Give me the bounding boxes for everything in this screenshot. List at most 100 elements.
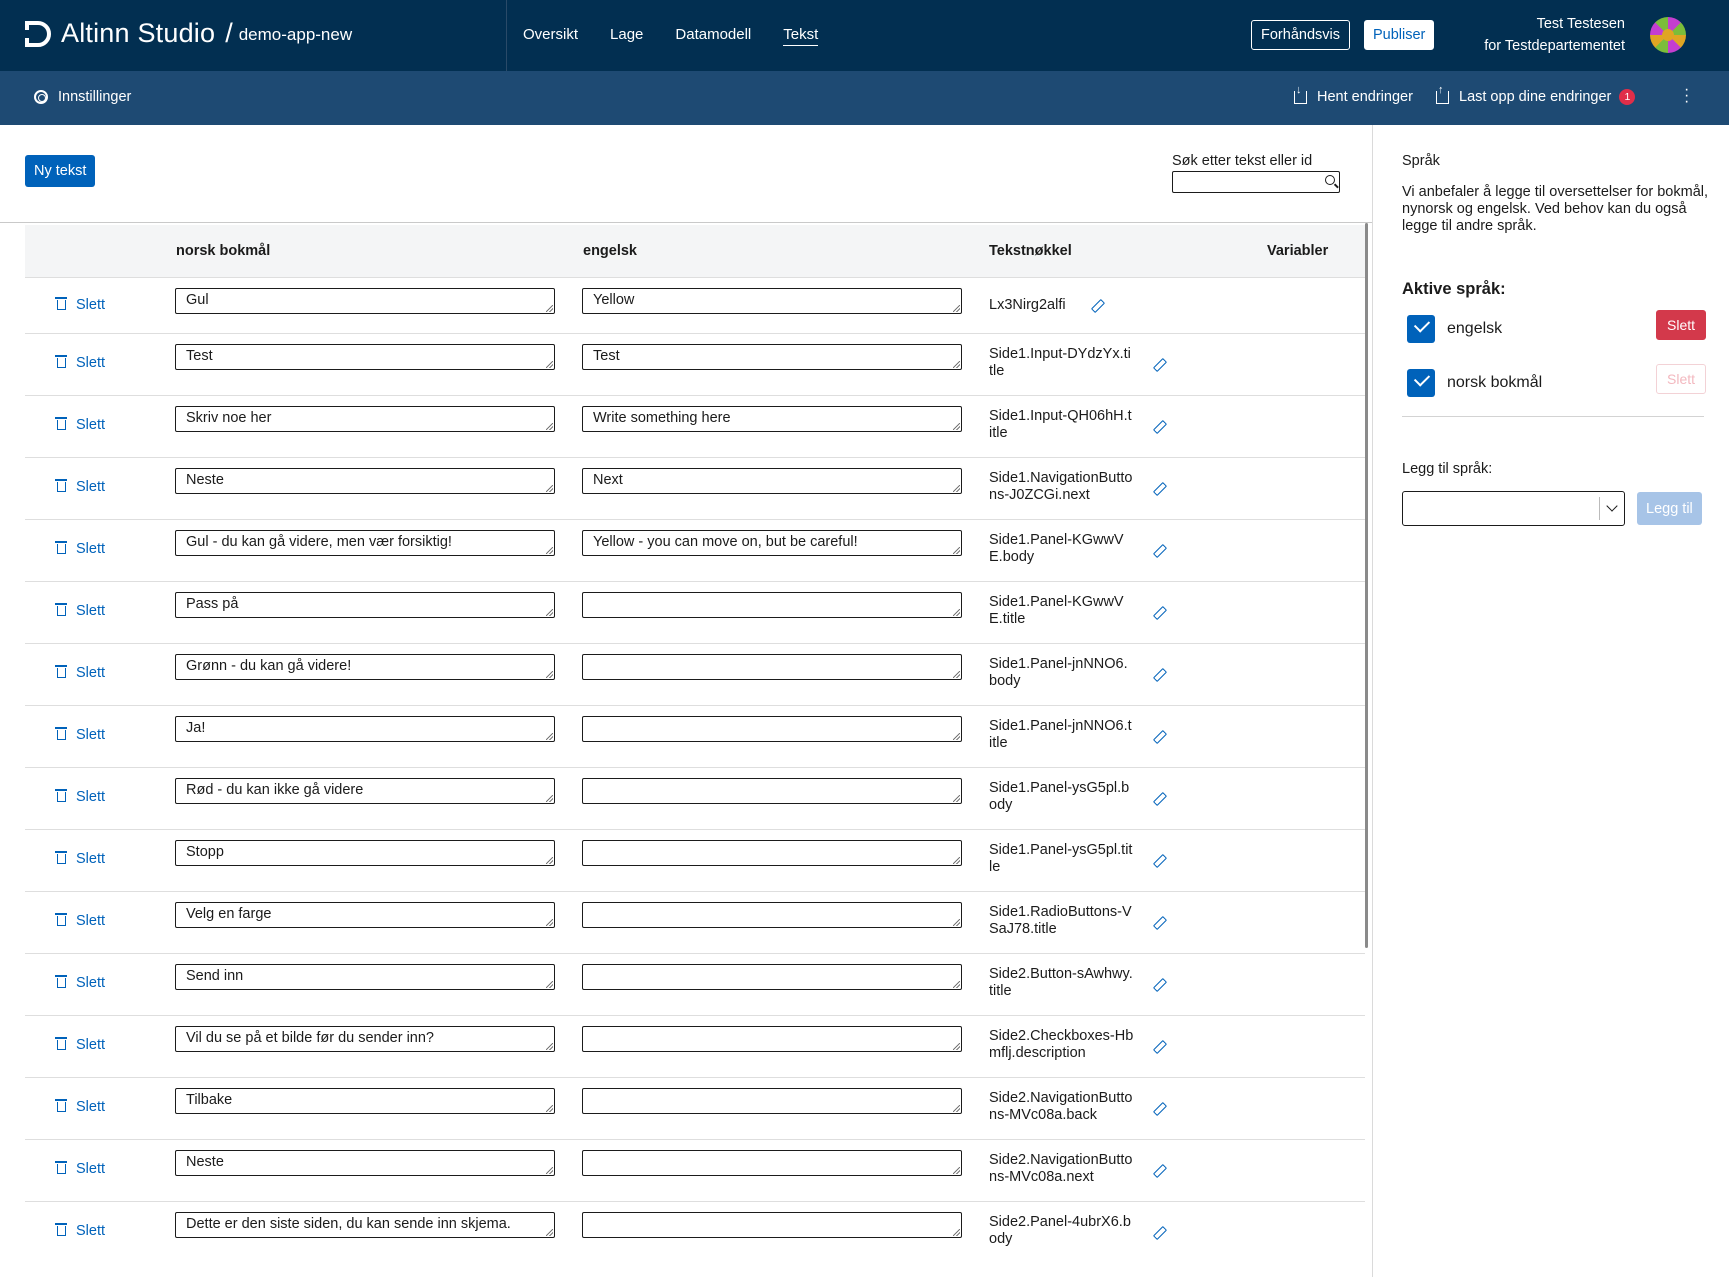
en-text-field[interactable]: Test: [582, 344, 962, 370]
upload-changes-button[interactable]: Last opp dine endringer 1: [1436, 84, 1636, 105]
edit-key-icon[interactable]: [1153, 420, 1165, 432]
delete-row-button[interactable]: Slett: [55, 1223, 105, 1239]
search-input[interactable]: [1172, 171, 1340, 193]
edit-key-icon[interactable]: [1153, 1040, 1165, 1052]
nb-text-field[interactable]: Gul - du kan gå videre, men vær forsikti…: [175, 530, 555, 556]
nb-text-field[interactable]: Velg en farge: [175, 902, 555, 928]
table-body: Slett Gul Yellow Lx3Nirg2alfi Slett Test Test S…: [25, 277, 1365, 1263]
language-name: norsk bokmål: [1447, 374, 1543, 391]
en-text-field[interactable]: [582, 1026, 962, 1052]
en-text-field[interactable]: [582, 716, 962, 742]
nb-text-field[interactable]: Grønn - du kan gå videre!: [175, 654, 555, 680]
nav-datamodell[interactable]: Datamodell: [675, 26, 751, 45]
edit-key-icon[interactable]: [1153, 668, 1165, 680]
nb-text-field[interactable]: Pass på: [175, 592, 555, 618]
changes-count-badge: 1: [1619, 89, 1636, 105]
edit-key-icon[interactable]: [1153, 916, 1165, 928]
en-text-field[interactable]: Yellow: [582, 288, 962, 314]
delete-row-button[interactable]: Slett: [55, 355, 105, 371]
edit-key-icon[interactable]: [1153, 482, 1165, 494]
language-name: engelsk: [1447, 320, 1503, 337]
edit-key-icon[interactable]: [1091, 299, 1103, 311]
delete-row-button[interactable]: Slett: [55, 975, 105, 991]
edit-key-icon[interactable]: [1153, 358, 1165, 370]
fetch-changes-label: Hent endringer: [1317, 89, 1413, 105]
delete-row-button[interactable]: Slett: [55, 665, 105, 681]
delete-row-button[interactable]: Slett: [55, 541, 105, 557]
en-text-field[interactable]: [582, 1212, 962, 1238]
delete-row-button[interactable]: Slett: [55, 1161, 105, 1177]
delete-language-engelsk-button[interactable]: Slett: [1656, 310, 1707, 340]
new-text-button[interactable]: Ny tekst: [25, 155, 96, 187]
en-text-field[interactable]: [582, 964, 962, 990]
text-key: Side1.NavigationButtons-J0ZCGi.next: [989, 470, 1133, 503]
language-select[interactable]: [1402, 491, 1625, 526]
en-text-field[interactable]: [582, 1088, 962, 1114]
nb-text-field[interactable]: Stopp: [175, 840, 555, 866]
en-text-field[interactable]: Write something here: [582, 406, 962, 432]
sidebar-description: Vi anbefaler å legge til oversettelser f…: [1402, 184, 1709, 234]
text-key: Side1.Input-QH06hH.title: [989, 408, 1132, 441]
delete-row-button[interactable]: Slett: [55, 479, 105, 495]
nb-text-field[interactable]: Tilbake: [175, 1088, 555, 1114]
nav-lage[interactable]: Lage: [610, 26, 643, 45]
nb-text-field[interactable]: Send inn: [175, 964, 555, 990]
nav-tekst[interactable]: Tekst: [783, 26, 819, 46]
delete-row-button[interactable]: Slett: [55, 727, 105, 743]
edit-key-icon[interactable]: [1153, 1102, 1165, 1114]
edit-key-icon[interactable]: [1153, 730, 1165, 742]
en-text-field[interactable]: [582, 902, 962, 928]
table-row: Slett Velg en farge Side1.RadioButtons-VSa…: [25, 891, 1365, 953]
delete-row-button[interactable]: Slett: [55, 851, 105, 867]
nb-text-field[interactable]: Gul: [175, 288, 555, 314]
edit-key-icon[interactable]: [1153, 854, 1165, 866]
delete-row-button[interactable]: Slett: [55, 789, 105, 805]
nav-oversikt[interactable]: Oversikt: [523, 26, 578, 45]
table-row: Slett Gul Yellow Lx3Nirg2alfi: [25, 277, 1365, 333]
language-checkbox[interactable]: [1407, 369, 1435, 397]
publish-button[interactable]: Publiser: [1364, 20, 1435, 50]
nb-text-field[interactable]: Neste: [175, 1150, 555, 1176]
add-language-title: Legg til språk:: [1402, 461, 1493, 477]
settings-button[interactable]: Innstillinger: [34, 89, 131, 105]
avatar[interactable]: [1650, 17, 1686, 53]
nb-text-field[interactable]: Neste: [175, 468, 555, 494]
language-checkbox[interactable]: [1407, 315, 1435, 343]
nb-text-field[interactable]: Rød - du kan ikke gå videre: [175, 778, 555, 804]
en-text-field[interactable]: [582, 654, 962, 680]
nb-text-field[interactable]: Ja!: [175, 716, 555, 742]
en-text-field[interactable]: [582, 840, 962, 866]
delete-row-button[interactable]: Slett: [55, 603, 105, 619]
en-text-field[interactable]: [582, 1150, 962, 1176]
nb-text-field[interactable]: Test: [175, 344, 555, 370]
edit-key-icon[interactable]: [1153, 1164, 1165, 1176]
trash-icon: [55, 1223, 67, 1236]
en-text-field[interactable]: [582, 592, 962, 618]
en-text-field[interactable]: Yellow - you can move on, but be careful…: [582, 530, 962, 556]
preview-button[interactable]: Forhåndsvis: [1251, 20, 1350, 50]
edit-key-icon[interactable]: [1153, 544, 1165, 556]
table-scrollbar[interactable]: [1365, 223, 1368, 948]
trash-icon: [55, 727, 67, 740]
en-text-field[interactable]: Next: [582, 468, 962, 494]
texts-table: norsk bokmål engelsk Tekstnøkkel Variabl…: [25, 225, 1365, 1263]
delete-row-button[interactable]: Slett: [55, 417, 105, 433]
column-header-en: engelsk: [583, 243, 637, 259]
delete-row-button[interactable]: Slett: [55, 1037, 105, 1053]
delete-row-button[interactable]: Slett: [55, 297, 105, 313]
delete-row-button[interactable]: Slett: [55, 1099, 105, 1115]
edit-key-icon[interactable]: [1153, 606, 1165, 618]
edit-key-icon[interactable]: [1153, 1226, 1165, 1238]
altinn-logo[interactable]: Altinn Studio / demo-app-new: [25, 18, 352, 49]
nb-text-field[interactable]: Vil du se på et bilde før du sender inn?: [175, 1026, 555, 1052]
en-text-field[interactable]: [582, 778, 962, 804]
add-language-button[interactable]: Legg til: [1637, 492, 1702, 525]
delete-language-norsk-bokmal-button[interactable]: Slett: [1656, 364, 1707, 394]
nb-text-field[interactable]: Dette er den siste siden, du kan sende i…: [175, 1212, 555, 1238]
delete-row-button[interactable]: Slett: [55, 913, 105, 929]
more-menu-icon[interactable]: · · ·: [1684, 82, 1689, 110]
nb-text-field[interactable]: Skriv noe her: [175, 406, 555, 432]
fetch-changes-button[interactable]: Hent endringer: [1294, 84, 1413, 105]
edit-key-icon[interactable]: [1153, 978, 1165, 990]
edit-key-icon[interactable]: [1153, 792, 1165, 804]
